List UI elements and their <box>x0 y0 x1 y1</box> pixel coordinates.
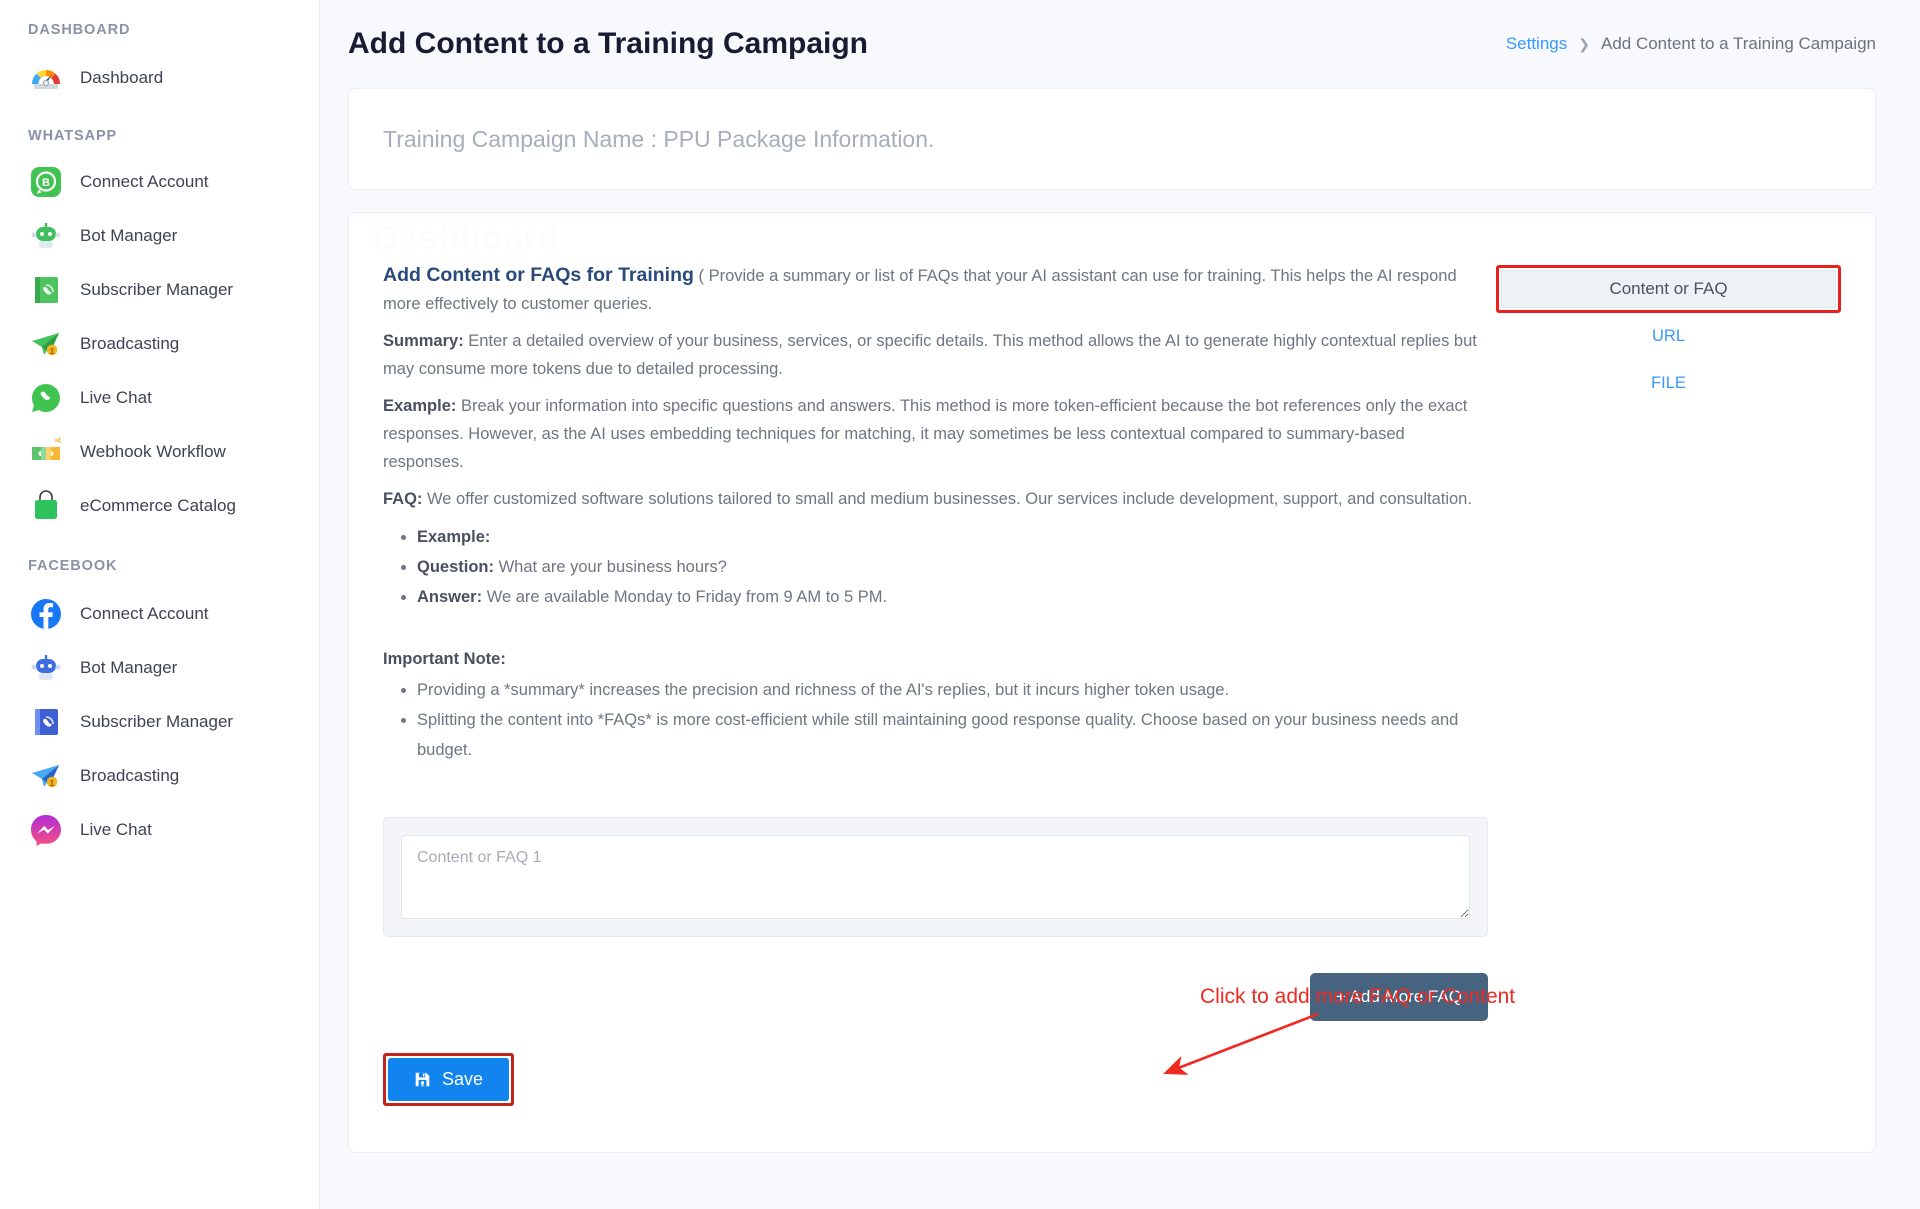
faq-example-list: Example: Question: What are your busines… <box>383 522 1488 612</box>
facebook-icon <box>28 596 64 632</box>
shopping-bag-green-icon <box>28 488 64 524</box>
instructions-block: Add Content or FAQs for Training ( Provi… <box>383 261 1488 765</box>
sidebar-item-wa-connect-account[interactable]: B Connect Account <box>0 155 319 209</box>
sidebar-item-label: Bot Manager <box>80 658 178 677</box>
faq-bullet-text: We are available Monday to Friday from 9… <box>482 588 888 606</box>
svg-text:1: 1 <box>50 779 55 788</box>
sidebar-item-wa-broadcasting[interactable]: 1 Broadcasting <box>0 317 319 371</box>
list-item: Splitting the content into *FAQs* is mor… <box>417 705 1488 765</box>
sidebar: DASHBOARD Dashboard WHATSAPP B Connect A… <box>0 0 320 1209</box>
annotation-box-save-button: Save <box>383 1053 515 1106</box>
sidebar-item-label: Connect Account <box>80 604 209 623</box>
robot-blue-icon <box>28 650 64 686</box>
contact-book-blue-icon <box>28 704 64 740</box>
summary-text: Enter a detailed overview of your busine… <box>383 332 1477 378</box>
breadcrumb-settings-link[interactable]: Settings <box>1506 34 1567 54</box>
whatsapp-icon <box>28 380 64 416</box>
sidebar-item-label: Subscriber Manager <box>80 712 234 731</box>
sidebar-item-label: Broadcasting <box>80 334 180 353</box>
sidebar-item-fb-connect-account[interactable]: Connect Account <box>0 587 319 641</box>
sidebar-item-fb-broadcasting[interactable]: 1 Broadcasting <box>0 749 319 803</box>
watermark-text: Dashboard <box>373 219 560 257</box>
svg-text:B: B <box>42 177 50 189</box>
sidebar-item-wa-ecommerce-catalog[interactable]: eCommerce Catalog <box>0 479 319 533</box>
paper-plane-green-icon: 1 <box>28 326 64 362</box>
floppy-disk-icon <box>414 1071 431 1088</box>
svg-text:1: 1 <box>50 347 55 356</box>
sidebar-section-dashboard: DASHBOARD Dashboard <box>0 0 319 105</box>
example-paragraph: Example: Break your information into spe… <box>383 392 1488 476</box>
page-title: Add Content to a Training Campaign <box>348 27 868 60</box>
puzzle-handshake-icon <box>28 434 64 470</box>
summary-paragraph: Summary: Enter a detailed overview of yo… <box>383 327 1488 383</box>
sidebar-item-wa-subscriber-manager[interactable]: Subscriber Manager <box>0 263 319 317</box>
tab-content-or-faq[interactable]: Content or FAQ <box>1501 270 1836 308</box>
source-type-tabs: Content or FAQ URL FILE <box>1496 265 1841 407</box>
faq-text: We offer customized software solutions t… <box>422 490 1472 508</box>
messenger-icon <box>28 812 64 848</box>
paper-plane-blue-icon: 1 <box>28 758 64 794</box>
whatsapp-business-icon: B <box>28 164 64 200</box>
sidebar-item-wa-live-chat[interactable]: Live Chat <box>0 371 319 425</box>
example-text: Break your information into specific que… <box>383 397 1468 471</box>
summary-label: Summary: <box>383 332 464 350</box>
example-label: Example: <box>383 397 457 415</box>
faq-bullet-text: What are your business hours? <box>494 558 727 576</box>
sidebar-item-label: eCommerce Catalog <box>80 496 236 515</box>
sidebar-item-label: Bot Manager <box>80 226 178 245</box>
important-note-list: Providing a *summary* increases the prec… <box>383 675 1488 765</box>
sidebar-item-label: Connect Account <box>80 172 209 191</box>
sidebar-item-wa-bot-manager[interactable]: Bot Manager <box>0 209 319 263</box>
sidebar-item-wa-webhook-workflow[interactable]: Webhook Workflow <box>0 425 319 479</box>
sidebar-item-fb-subscriber-manager[interactable]: Subscriber Manager <box>0 695 319 749</box>
robot-green-icon <box>28 218 64 254</box>
tab-file[interactable]: FILE <box>1496 360 1841 407</box>
faq-bullet-label: Example: <box>417 528 491 546</box>
sidebar-item-label: Broadcasting <box>80 766 180 785</box>
sidebar-section-facebook: FACEBOOK Connect Account Bot Manager Sub… <box>0 533 319 857</box>
sidebar-item-fb-bot-manager[interactable]: Bot Manager <box>0 641 319 695</box>
list-item: Question: What are your business hours? <box>417 552 1488 582</box>
sidebar-item-fb-live-chat[interactable]: Live Chat <box>0 803 319 857</box>
sidebar-section-label: WHATSAPP <box>28 128 118 144</box>
save-button[interactable]: Save <box>388 1058 510 1101</box>
save-button-label: Save <box>442 1069 484 1089</box>
tab-url[interactable]: URL <box>1496 313 1841 360</box>
sidebar-item-dashboard[interactable]: Dashboard <box>0 51 319 105</box>
contact-book-green-icon <box>28 272 64 308</box>
list-item: Example: <box>417 522 1488 552</box>
add-more-row: + Add More FAQ <box>383 973 1488 1021</box>
faq-label: FAQ: <box>383 490 423 508</box>
breadcrumb: Settings ❯ Add Content to a Training Cam… <box>1506 34 1876 54</box>
sidebar-section-whatsapp: WHATSAPP B Connect Account Bot Manager S… <box>0 105 319 533</box>
gauge-icon <box>28 60 64 96</box>
faq-bullet-label: Question: <box>417 558 494 576</box>
sidebar-item-label: Subscriber Manager <box>80 280 234 299</box>
list-item: Answer: We are available Monday to Frida… <box>417 582 1488 612</box>
list-item: Providing a *summary* increases the prec… <box>417 675 1488 705</box>
sidebar-item-label: Webhook Workflow <box>80 442 226 461</box>
campaign-name-text: Training Campaign Name : PPU Package Inf… <box>383 125 935 152</box>
content-or-faq-textarea[interactable] <box>401 835 1470 919</box>
add-more-faq-button[interactable]: + Add More FAQ <box>1309 973 1488 1021</box>
breadcrumb-current: Add Content to a Training Campaign <box>1600 34 1876 53</box>
faq-bullet-label: Answer: <box>417 588 483 606</box>
instructions-heading: Add Content or FAQs for Training <box>383 264 694 286</box>
campaign-name-card: Training Campaign Name : PPU Package Inf… <box>348 88 1876 190</box>
annotation-box-content-tab: Content or FAQ <box>1496 265 1841 313</box>
sidebar-section-label: DASHBOARD <box>28 22 131 38</box>
sidebar-section-label: FACEBOOK <box>28 558 118 574</box>
faq-paragraph: FAQ: We offer customized software soluti… <box>383 485 1488 513</box>
chevron-right-icon: ❯ <box>1578 35 1590 52</box>
instructions-heading-paragraph: Add Content or FAQs for Training ( Provi… <box>383 261 1488 318</box>
sidebar-item-label: Live Chat <box>80 388 152 407</box>
main-content: Add Content to a Training Campaign Setti… <box>320 0 1920 1209</box>
faq-input-shell <box>383 817 1488 937</box>
important-note-title: Important Note: <box>383 650 506 668</box>
sidebar-item-label: Dashboard <box>80 68 164 87</box>
content-form-card: Dashboard Content or FAQ URL FILE Add Co… <box>348 212 1876 1153</box>
sidebar-item-label: Live Chat <box>80 820 152 839</box>
page-header: Add Content to a Training Campaign Setti… <box>320 0 1920 88</box>
